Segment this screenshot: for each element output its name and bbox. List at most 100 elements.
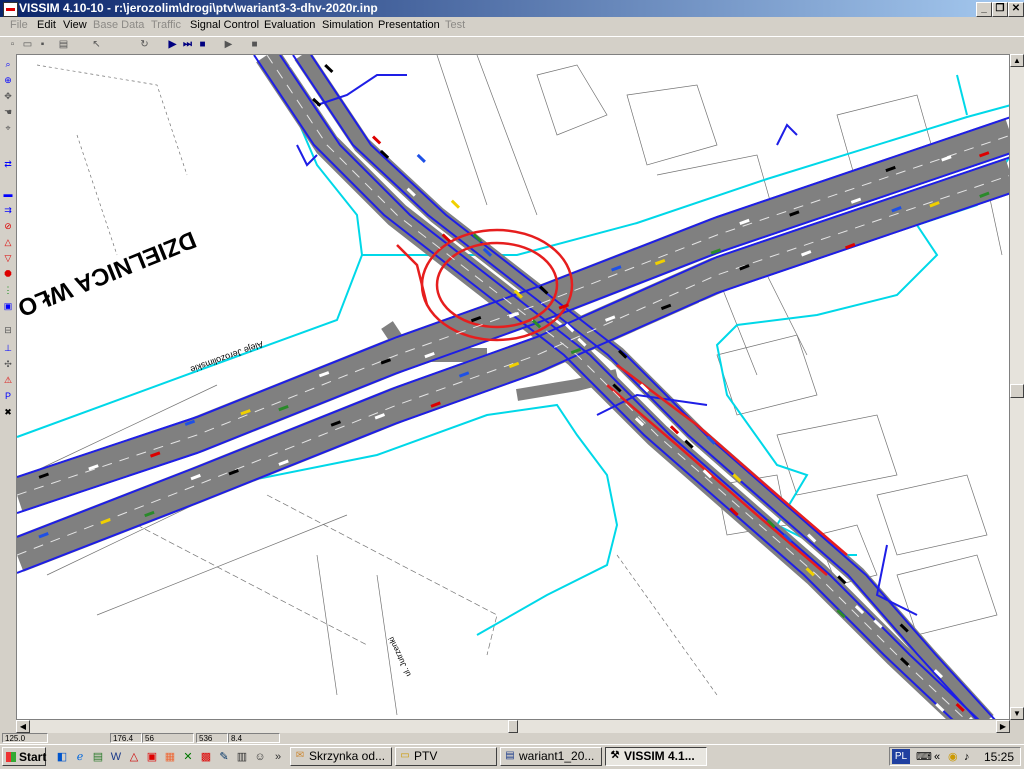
run-icon[interactable]: ▶ [166, 38, 179, 51]
menu-file[interactable]: File [10, 19, 28, 31]
menu-presentation[interactable]: Presentation [378, 19, 440, 31]
scroll-down-icon[interactable]: ▼ [1010, 707, 1024, 720]
tray-expand-icon[interactable]: « [934, 749, 940, 765]
scroll-right-icon[interactable]: ▶ [996, 720, 1010, 733]
step-icon[interactable]: ⏭ [181, 38, 194, 51]
vertical-scrollbar[interactable]: ▲ ▼ [1010, 54, 1024, 720]
main-road-road [17, 55, 1009, 719]
delete-icon[interactable]: ✖ [2, 406, 14, 418]
menu-evaluation[interactable]: Evaluation [264, 19, 315, 31]
minimize-button[interactable]: _ [976, 2, 992, 17]
close-button[interactable]: ✕ [1008, 2, 1024, 17]
excel-icon[interactable]: ✕ [180, 749, 196, 765]
routing-icon[interactable]: ⇉ [2, 204, 14, 216]
desktop-icon[interactable]: ◧ [54, 749, 70, 765]
task-label: wariant1_20... [519, 749, 595, 763]
measure-icon[interactable]: ⌖ [2, 122, 14, 134]
stop-icon[interactable]: ■ [196, 38, 209, 51]
window-title: VISSIM 4.10-10 - r:\jerozolim\drogi\ptv\… [19, 1, 378, 15]
transit-stop-icon[interactable]: ⊥ [2, 342, 14, 354]
menu-view[interactable]: View [63, 19, 87, 31]
network-toolbar: ⌕ ⊕ ✥ ☚ ⌖ ⇄ ▬ ⇉ ⊘ △ ▽ ⯃ ⋮ ▣ ⊟ ⊥ ✣ ⚠ P ✖ [0, 54, 16, 720]
vehicle [450, 199, 461, 209]
menu-test[interactable]: Test [445, 19, 465, 31]
task-wariant1[interactable]: ▤ wariant1_20... [500, 747, 602, 766]
speed-decision-icon[interactable]: ⊘ [2, 220, 14, 232]
start-button[interactable]: Start [2, 747, 46, 766]
transit-icon[interactable]: ⊟ [2, 324, 14, 336]
clock: 15:25 [983, 750, 1014, 764]
links-icon[interactable]: ⇄ [2, 158, 14, 170]
word-icon[interactable]: W [108, 749, 124, 765]
scroll-left-icon[interactable]: ◀ [16, 720, 30, 733]
task-vissim[interactable]: ⚒ VISSIM 4.1... [605, 747, 707, 766]
warning-icon[interactable]: ⚠ [2, 374, 14, 386]
quicklaunch-more-icon[interactable]: » [270, 749, 286, 765]
messenger-icon[interactable]: ☺ [252, 749, 268, 765]
keyboard-icon[interactable]: ⌨ [916, 749, 932, 765]
menu-signal-control[interactable]: Signal Control [190, 19, 259, 31]
yield-sign-icon[interactable]: ▽ [2, 252, 14, 264]
priority-rule-icon[interactable]: △ [2, 236, 14, 248]
tools-icon[interactable]: ▥ [234, 749, 250, 765]
title-bar[interactable]: VISSIM 4.10-10 - r:\jerozolim\drogi\ptv\… [0, 0, 1024, 17]
menu-edit[interactable]: Edit [37, 19, 56, 31]
volume-icon[interactable]: ♪ [964, 749, 970, 765]
vertical-scroll-thumb[interactable] [1010, 384, 1024, 398]
task-label: PTV [414, 749, 438, 763]
paint-icon[interactable]: ✎ [216, 749, 232, 765]
print-icon[interactable]: ▤ [57, 38, 70, 51]
task-ptv[interactable]: ▭ PTV [395, 747, 497, 766]
start-label: Start [19, 750, 47, 764]
explorer-icon[interactable]: ▤ [90, 749, 106, 765]
zoom-in-icon[interactable]: ⊕ [2, 74, 14, 86]
vissim-icon: ⚒ [610, 750, 620, 761]
detector-icon[interactable]: ▣ [2, 300, 14, 312]
network-canvas[interactable]: DZIELNICA WŁO Aleje Jerozolimskie ul. Ju… [16, 54, 1010, 720]
vehicle [521, 255, 531, 265]
vehicle [354, 105, 364, 115]
horizontal-scroll-thumb[interactable] [508, 720, 518, 733]
horizontal-scrollbar[interactable]: ◀ ▶ [16, 720, 1010, 733]
pan-icon[interactable]: ✥ [2, 90, 14, 102]
node-icon[interactable]: ✣ [2, 358, 14, 370]
vehicle [324, 63, 334, 74]
parking-icon[interactable]: P [2, 390, 14, 402]
signal-head-icon[interactable]: ⋮ [2, 284, 14, 296]
select-icon[interactable]: ↖ [90, 38, 103, 51]
vehicle-input-icon[interactable]: ▬ [2, 188, 14, 200]
hand-icon[interactable]: ☚ [2, 106, 14, 118]
task-skrzynka[interactable]: ✉ Skrzynka od... [290, 747, 392, 766]
status-zoom: 125.0 [2, 733, 48, 743]
status-bar: 125.0 176.4 56 536 8.4 [0, 733, 1024, 744]
new-icon[interactable]: ▫ [6, 38, 19, 51]
rotate-icon[interactable]: ↻ [138, 38, 151, 51]
zoom-icon[interactable]: ⌕ [2, 58, 14, 70]
network-map[interactable]: DZIELNICA WŁO Aleje Jerozolimskie ul. Ju… [17, 55, 1010, 720]
district-label: DZIELNICA WŁO [17, 225, 200, 321]
ie-icon[interactable]: ℯ [72, 749, 88, 765]
street-label-jerozolimskie: Aleje Jerozolimskie [189, 339, 265, 375]
folder-icon: ▭ [400, 750, 410, 761]
acrobat-icon[interactable]: △ [126, 749, 142, 765]
scroll-up-icon[interactable]: ▲ [1010, 54, 1024, 67]
system-tray: PL ⌨ « ◉ ♪ 15:25 [889, 747, 1021, 766]
vehicle [371, 135, 382, 145]
save-icon[interactable]: ▪ [36, 38, 49, 51]
menu-traffic[interactable]: Traffic [151, 19, 181, 31]
status-x: 176.4 [110, 733, 142, 743]
vissim-app-icon[interactable] [3, 2, 18, 17]
language-indicator[interactable]: PL [892, 749, 910, 764]
stop-sign-icon[interactable]: ⯃ [2, 268, 14, 280]
app-icon-2[interactable]: ▩ [198, 749, 214, 765]
main-toolbar: ▫ ▭ ▪ ▤ ↖ ↻ ▶ ⏭ ■ ▶ ■ [0, 36, 1024, 53]
restore-button[interactable]: ❐ [992, 2, 1008, 17]
open-icon[interactable]: ▭ [21, 38, 34, 51]
menu-simulation[interactable]: Simulation [322, 19, 373, 31]
powerpoint-icon[interactable]: ▦ [162, 749, 178, 765]
tray-app-icon[interactable]: ◉ [948, 749, 958, 765]
menu-base-data[interactable]: Base Data [93, 19, 144, 31]
play-icon[interactable]: ▶ [222, 38, 235, 51]
pause-icon[interactable]: ■ [248, 38, 261, 51]
app-icon-1[interactable]: ▣ [144, 749, 160, 765]
